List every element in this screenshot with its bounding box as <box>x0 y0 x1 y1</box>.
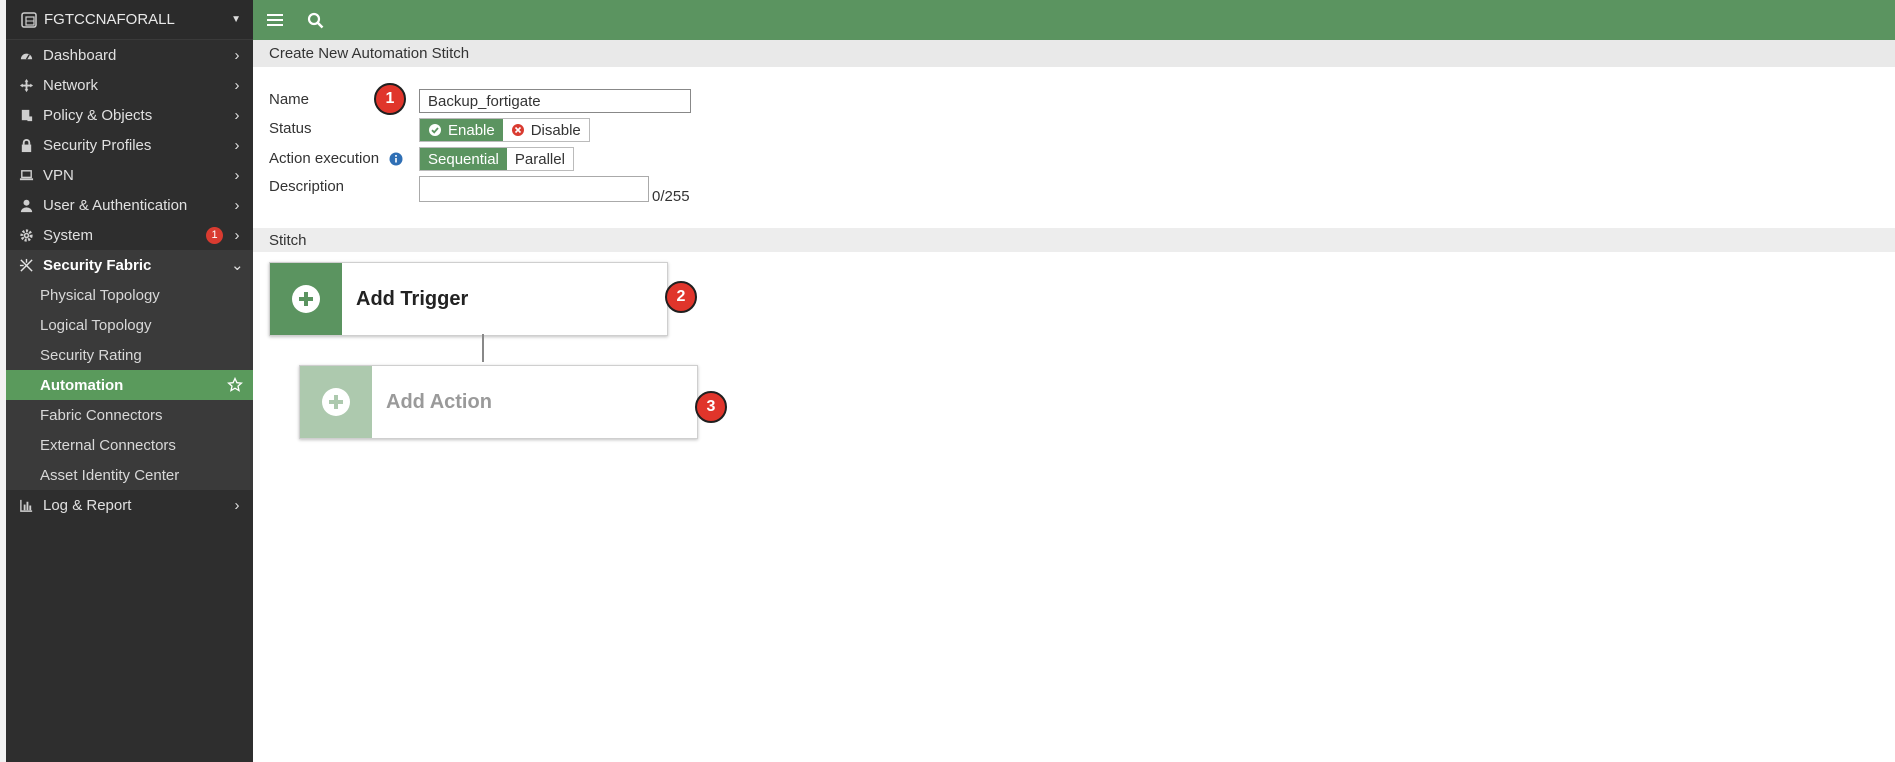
top-bar <box>253 0 1895 40</box>
info-icon[interactable] <box>389 152 403 166</box>
chevron-right-icon: › <box>234 496 240 514</box>
device-selector[interactable]: FGTCCNAFORALL ▼ <box>6 0 253 40</box>
search-button[interactable] <box>297 0 333 40</box>
sidebar-item-security-fabric[interactable]: Security Fabric ⌄ <box>6 250 253 280</box>
sidebar-item-label: User & Authentication <box>43 196 188 214</box>
sidebar-subitem-logical-topology[interactable]: Logical Topology <box>6 310 253 340</box>
add-trigger-card[interactable]: Add Trigger <box>269 262 668 336</box>
sidebar-item-user-authentication[interactable]: User & Authentication › <box>6 190 253 220</box>
description-textarea[interactable] <box>419 176 649 202</box>
sidebar-item-dashboard[interactable]: Dashboard › <box>6 40 253 70</box>
network-icon <box>18 77 34 93</box>
sidebar-subitem-label: Fabric Connectors <box>40 406 163 424</box>
add-trigger-label: Add Trigger <box>356 287 469 310</box>
chart-icon <box>18 497 34 513</box>
laptop-icon <box>18 167 34 183</box>
chevron-right-icon: › <box>234 46 240 64</box>
description-row: Description <box>269 178 419 195</box>
fabric-icon <box>18 257 34 273</box>
status-enable-label: Enable <box>448 121 495 139</box>
sidebar-item-label: Network <box>43 76 99 94</box>
status-disable-option[interactable]: Disable <box>502 119 589 141</box>
action-execution-toggle: Sequential Parallel <box>419 147 574 171</box>
action-execution-text: Action execution <box>269 150 380 167</box>
action-execution-label: Action execution <box>269 150 419 167</box>
status-toggle: Enable Disable <box>419 118 590 142</box>
device-icon <box>20 11 38 29</box>
sidebar-subitem-security-rating[interactable]: Security Rating <box>6 340 253 370</box>
action-execution-row: Action execution <box>269 150 419 167</box>
sidebar-item-system[interactable]: System 1 › <box>6 220 253 250</box>
page-title: Create New Automation Stitch <box>253 40 1895 67</box>
search-icon <box>307 12 324 29</box>
x-circle-icon <box>511 123 525 137</box>
chevron-right-icon: › <box>234 196 240 214</box>
add-action-icon-panel <box>300 366 372 438</box>
add-trigger-icon-panel <box>270 263 342 335</box>
policy-icon <box>18 107 34 123</box>
chevron-right-icon: › <box>234 136 240 154</box>
sidebar-item-label: System <box>43 226 94 244</box>
lock-icon <box>18 137 34 153</box>
sidebar-subitem-label: Security Rating <box>40 346 142 364</box>
plus-circle-icon <box>292 285 320 313</box>
sidebar-item-log-report[interactable]: Log & Report › <box>6 490 253 520</box>
add-action-card[interactable]: Add Action <box>299 365 698 439</box>
sidebar-subitem-label: Physical Topology <box>40 286 160 304</box>
hamburger-icon <box>267 13 283 27</box>
dashboard-icon <box>18 47 34 63</box>
caret-down-icon: ▼ <box>231 14 241 25</box>
stitch-connector-line <box>482 334 484 362</box>
sidebar-subitem-asset-identity-center[interactable]: Asset Identity Center <box>6 460 253 490</box>
sidebar-subitem-label: External Connectors <box>40 436 176 454</box>
chevron-right-icon: › <box>234 106 240 124</box>
sidebar-item-network[interactable]: Network › <box>6 70 253 100</box>
sidebar-subitem-label: Asset Identity Center <box>40 466 180 484</box>
star-icon[interactable] <box>227 377 243 393</box>
gear-icon <box>18 227 34 243</box>
status-row: Status <box>269 120 419 137</box>
add-action-label: Add Action <box>386 390 492 413</box>
chevron-right-icon: › <box>234 166 240 184</box>
sidebar-item-security-profiles[interactable]: Security Profiles › <box>6 130 253 160</box>
sidebar: FGTCCNAFORALL ▼ Dashboard › Network › Po… <box>6 0 253 762</box>
sidebar-subitem-label: Automation <box>40 376 124 394</box>
sidebar-item-label: Security Profiles <box>43 136 152 154</box>
sidebar-subitem-physical-topology[interactable]: Physical Topology <box>6 280 253 310</box>
description-label: Description <box>269 178 345 195</box>
notification-badge: 1 <box>206 226 223 244</box>
device-name: FGTCCNAFORALL <box>44 11 175 28</box>
sidebar-subitem-automation[interactable]: Automation <box>6 370 253 400</box>
user-icon <box>18 197 34 213</box>
status-label: Status <box>269 120 312 137</box>
action-parallel-option[interactable]: Parallel <box>506 148 573 170</box>
check-circle-icon <box>428 123 442 137</box>
sidebar-item-label: VPN <box>43 166 74 184</box>
description-char-counter: 0/255 <box>652 188 690 205</box>
sidebar-item-vpn[interactable]: VPN › <box>6 160 253 190</box>
sidebar-item-policy-objects[interactable]: Policy & Objects › <box>6 100 253 130</box>
menu-toggle-button[interactable] <box>257 0 293 40</box>
sidebar-subitem-external-connectors[interactable]: External Connectors <box>6 430 253 460</box>
action-sequential-option[interactable]: Sequential <box>420 148 507 170</box>
status-disable-label: Disable <box>530 121 581 139</box>
chevron-right-icon: › <box>234 76 240 94</box>
sidebar-subitem-fabric-connectors[interactable]: Fabric Connectors <box>6 400 253 430</box>
status-enable-option[interactable]: Enable <box>420 119 503 141</box>
sidebar-subitem-label: Logical Topology <box>40 316 152 334</box>
stitch-section-header: Stitch <box>253 228 1895 252</box>
main-content: Create New Automation Stitch Name 1 Stat… <box>253 40 1895 762</box>
sidebar-item-label: Security Fabric <box>43 256 152 274</box>
sidebar-item-label: Dashboard <box>43 46 117 64</box>
name-input[interactable] <box>419 89 691 113</box>
chevron-down-icon: ⌄ <box>231 257 244 274</box>
annotation-marker-3: 3 <box>695 391 727 423</box>
sidebar-item-label: Log & Report <box>43 496 132 514</box>
plus-circle-icon <box>322 388 350 416</box>
annotation-marker-2: 2 <box>665 281 697 313</box>
chevron-right-icon: › <box>234 226 240 244</box>
sidebar-item-label: Policy & Objects <box>43 106 153 124</box>
annotation-marker-1: 1 <box>374 83 406 115</box>
